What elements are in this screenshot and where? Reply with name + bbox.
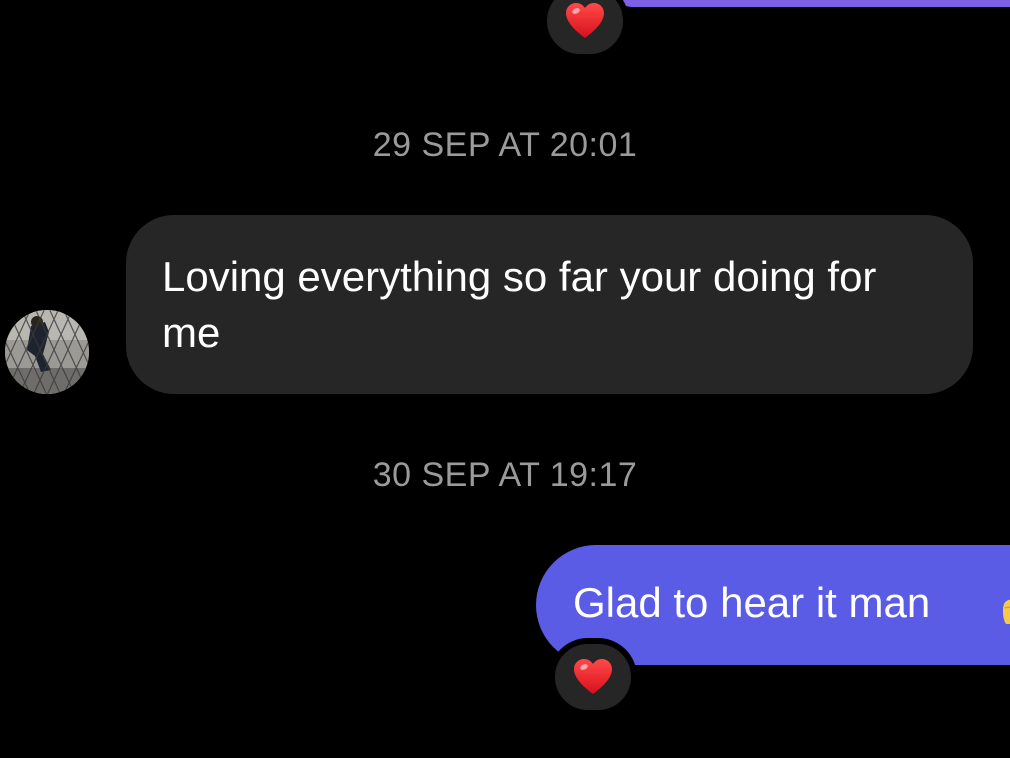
- message-text: Loving everything so far your doing for …: [162, 253, 877, 356]
- message-text: Glad to hear it man: [573, 579, 931, 626]
- heart-icon: [566, 3, 604, 38]
- reaction-badge[interactable]: [541, 0, 629, 60]
- timestamp: 30 SEP AT 19:17: [372, 456, 638, 494]
- reaction-badge[interactable]: [549, 638, 637, 716]
- incoming-message-bubble[interactable]: Loving everything so far your doing for …: [126, 215, 973, 394]
- timestamp: 29 SEP AT 20:01: [372, 126, 638, 164]
- thumbs-up-emoji-icon: [1002, 599, 1010, 624]
- avatar[interactable]: [5, 310, 89, 394]
- previous-outgoing-bubble-edge[interactable]: [600, 0, 1010, 7]
- heart-icon: [574, 659, 612, 694]
